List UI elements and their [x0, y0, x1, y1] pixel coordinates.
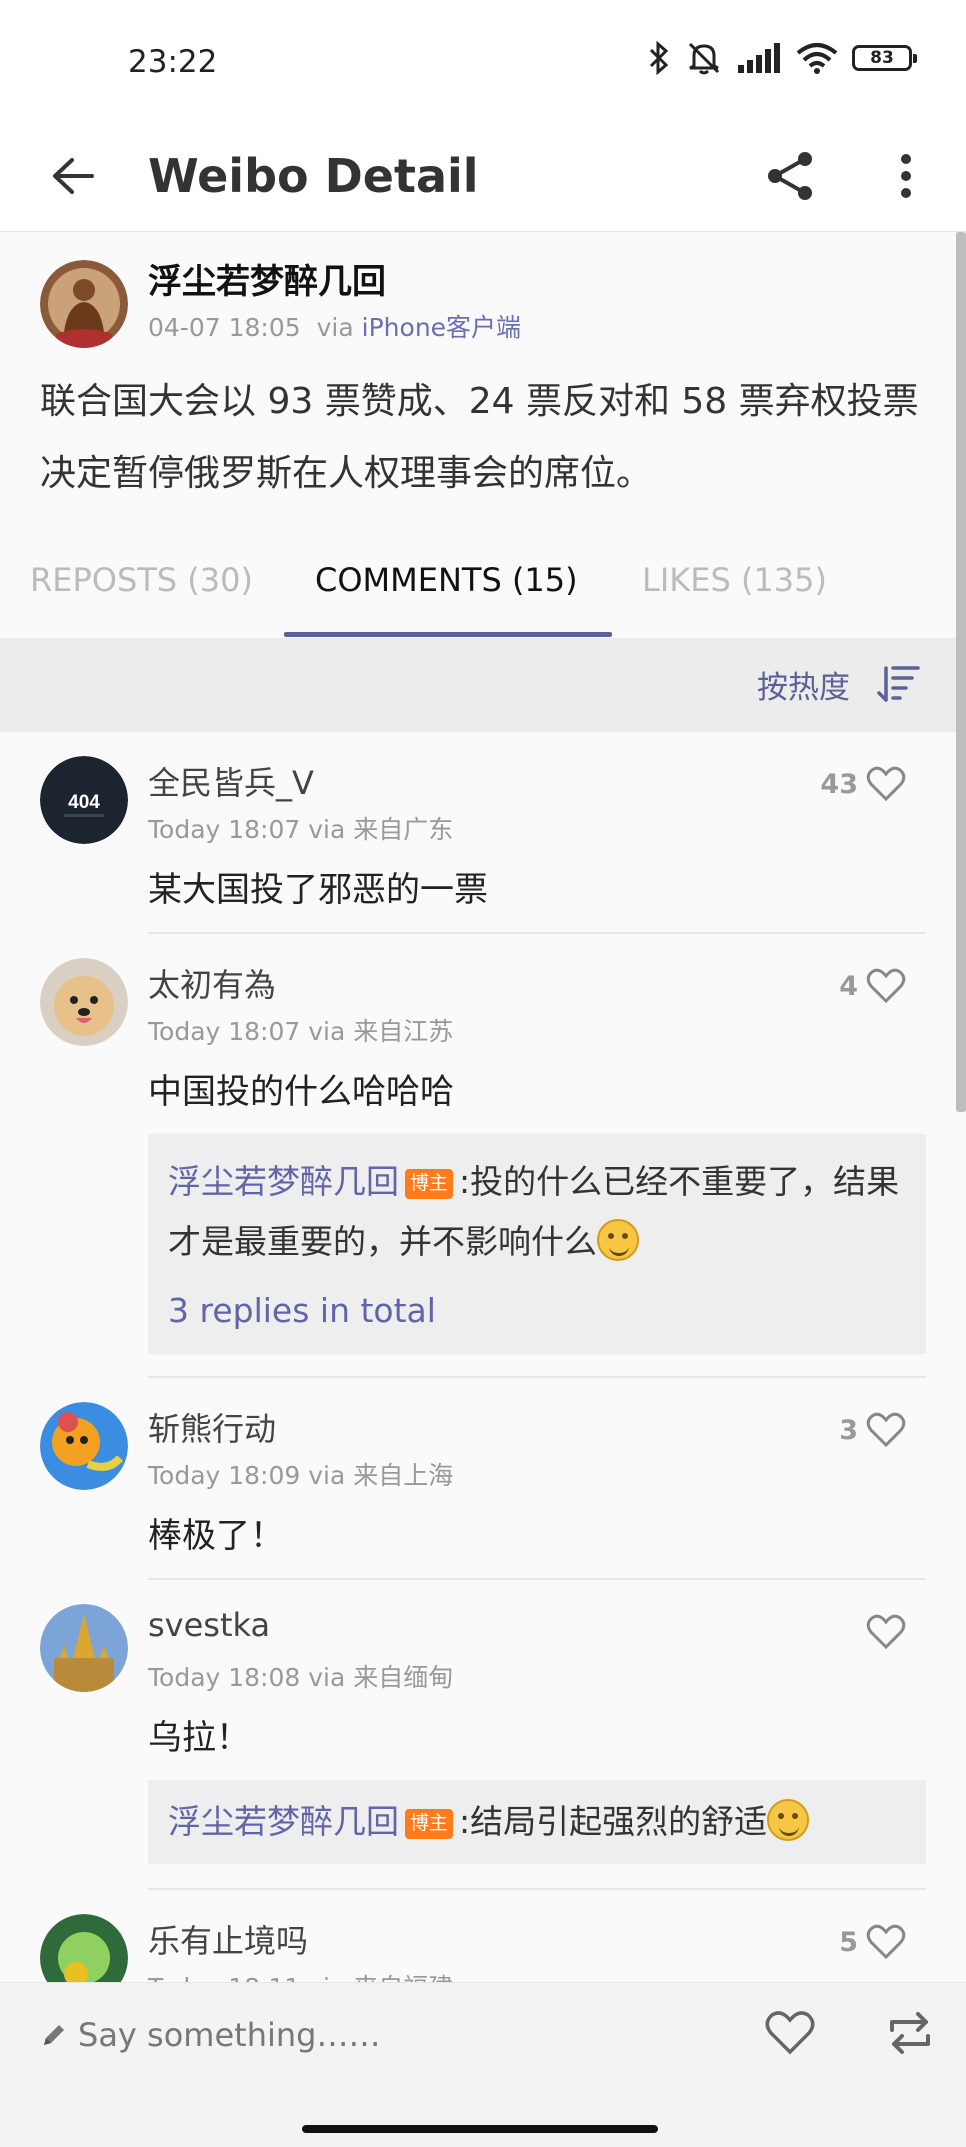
comment-input[interactable]: Say something…… [40, 2003, 640, 2067]
comment-time: Today 18:07 via 来自江苏 [148, 1017, 454, 1046]
blogger-badge: 博主 [405, 1809, 454, 1839]
commenter-name[interactable]: 全民皆兵_V [148, 758, 314, 804]
comment-text: 某大国投了邪恶的一票 [148, 870, 488, 910]
signal-icon [738, 43, 780, 73]
commenter-avatar[interactable] [40, 1914, 128, 1982]
thinking-emoji-icon [597, 1219, 639, 1261]
comment-like-count: 43 [820, 768, 858, 800]
scrollbar[interactable] [956, 232, 966, 1112]
comment-item: svestka Today 18:08 via 来自缅甸 乌拉！ 浮尘若梦醉几回… [0, 1580, 956, 1890]
comment-like-count: 5 [839, 1926, 858, 1958]
heart-icon [866, 766, 906, 802]
commenter-avatar[interactable] [40, 1604, 128, 1692]
avatar-404-text: 404 [68, 792, 100, 813]
post-client[interactable]: iPhone客户端 [362, 313, 521, 342]
weibo-post: 浮尘若梦醉几回 04-07 18:05 via iPhone客户端 联合国大会以 … [0, 232, 956, 522]
page-title: Weibo Detail [148, 149, 479, 203]
post-meta: 04-07 18:05 via iPhone客户端 [148, 308, 521, 344]
app-bar: Weibo Detail [0, 120, 966, 232]
sort-icon[interactable] [876, 664, 920, 704]
share-icon [768, 152, 812, 200]
comment-like-button[interactable]: 3 [839, 1412, 906, 1448]
back-button[interactable] [40, 144, 104, 208]
comment-like-count: 3 [839, 1414, 858, 1446]
commenter-avatar[interactable] [40, 958, 128, 1046]
arrow-left-icon [53, 158, 94, 194]
comment-time: Today 18:09 via 来自上海 [148, 1461, 454, 1490]
heart-icon [866, 1412, 906, 1448]
commenter-name[interactable]: 太初有為 [148, 960, 276, 1006]
grinning-emoji-icon [767, 1799, 810, 1841]
sort-button[interactable]: 按热度 [757, 662, 850, 707]
heart-icon [866, 1614, 906, 1650]
post-text: 联合国大会以 93 票赞成、24 票反对和 58 票弃权投票决定暂停俄罗斯在人权… [40, 381, 919, 494]
comment-like-count: 4 [839, 970, 858, 1002]
commenter-name[interactable]: svestka [148, 1606, 270, 1644]
repost-icon [890, 2012, 930, 2054]
reply-author[interactable]: 浮尘若梦醉几回 [168, 1802, 399, 1841]
post-via: via [316, 313, 354, 342]
comment-text: 中国投的什么哈哈哈 [148, 1072, 454, 1112]
comment-text: 棒极了！ [148, 1516, 284, 1556]
comment-like-button[interactable]: 4 [839, 968, 906, 1004]
share-button[interactable] [758, 144, 822, 208]
heart-icon [765, 2011, 815, 2055]
comments-list: 404 全民皆兵_V Today 18:07 via 来自广东 43 某大国投了… [0, 732, 956, 1982]
blogger-badge: 博主 [405, 1169, 454, 1199]
comment-like-button[interactable]: 43 [820, 766, 906, 802]
comment-like-button[interactable]: 5 [839, 1924, 906, 1960]
commenter-avatar[interactable]: 404 [40, 756, 128, 844]
comment-item: 乐有止境吗 Today 18:11 via 来自福建 5 [0, 1890, 956, 1982]
mute-bell-icon [688, 42, 720, 75]
author-avatar[interactable] [40, 260, 128, 348]
reply-preview[interactable]: 浮尘若梦醉几回 博主:投的什么已经不重要了，结果才是最重要的，并不影响什么 3 r… [148, 1134, 926, 1354]
post-date: 04-07 18:05 [148, 313, 301, 342]
reply-author[interactable]: 浮尘若梦醉几回 [168, 1162, 399, 1201]
commenter-avatar[interactable] [40, 1402, 128, 1490]
like-post-button[interactable] [760, 2003, 820, 2063]
active-tab-indicator [284, 632, 612, 637]
sort-bar: 按热度 [0, 638, 956, 732]
comment-item: 404 全民皆兵_V Today 18:07 via 来自广东 43 某大国投了… [0, 732, 956, 934]
commenter-name[interactable]: 乐有止境吗 [148, 1916, 308, 1962]
comment-item: 太初有為 Today 18:07 via 来自江苏 4 中国投的什么哈哈哈 浮尘… [0, 934, 956, 1378]
replies-total-link[interactable]: 3 replies in total [168, 1286, 906, 1336]
comment-text: 乌拉！ [148, 1718, 250, 1758]
battery-icon: 83 [852, 45, 917, 71]
commenter-name[interactable]: 斩熊行动 [148, 1404, 276, 1450]
detail-tabs: REPOSTS (30) COMMENTS (15) LIKES (135) [0, 522, 956, 638]
comment-time: Today 18:07 via 来自广东 [148, 815, 454, 844]
tab-reposts[interactable]: REPOSTS (30) [30, 522, 253, 638]
app-root: 23:22 83 Weibo Detail 浮尘若梦醉几回 04-07 18:0… [0, 0, 966, 2147]
wifi-icon [796, 43, 838, 74]
bluetooth-icon [649, 41, 669, 75]
tab-likes[interactable]: LIKES (135) [642, 522, 827, 638]
more-options-button[interactable] [874, 144, 938, 208]
comment-time: Today 18:11 via 来自福建 [148, 1968, 453, 1982]
comment-like-button[interactable] [858, 1614, 906, 1650]
reply-preview[interactable]: 浮尘若梦醉几回 博主:结局引起强烈的舒适 [148, 1780, 926, 1864]
reply-text: :结局引起强烈的舒适 [459, 1802, 768, 1841]
status-bar: 23:22 83 [0, 0, 966, 120]
reply-line: 浮尘若梦醉几回 博主:结局引起强烈的舒适 [168, 1792, 906, 1852]
comment-input-placeholder: Say something…… [78, 2016, 381, 2054]
repost-button[interactable] [880, 2003, 940, 2063]
comment-time: Today 18:08 via 来自缅甸 [148, 1663, 454, 1692]
pencil-icon [44, 2025, 64, 2045]
comment-item: 斩熊行动 Today 18:09 via 来自上海 3 棒极了！ [0, 1378, 956, 1580]
bottom-bar: Say something…… [0, 1982, 966, 2147]
tab-comments[interactable]: COMMENTS (15) [315, 522, 578, 638]
home-indicator[interactable] [302, 2125, 658, 2133]
reply-line: 浮尘若梦醉几回 博主:投的什么已经不重要了，结果才是最重要的，并不影响什么 [168, 1152, 906, 1272]
heart-icon [866, 968, 906, 1004]
heart-icon [866, 1924, 906, 1960]
more-vertical-icon [901, 154, 911, 198]
status-icons: 83 [648, 40, 917, 76]
post-author-name[interactable]: 浮尘若梦醉几回 [148, 254, 386, 303]
status-time: 23:22 [128, 44, 218, 80]
